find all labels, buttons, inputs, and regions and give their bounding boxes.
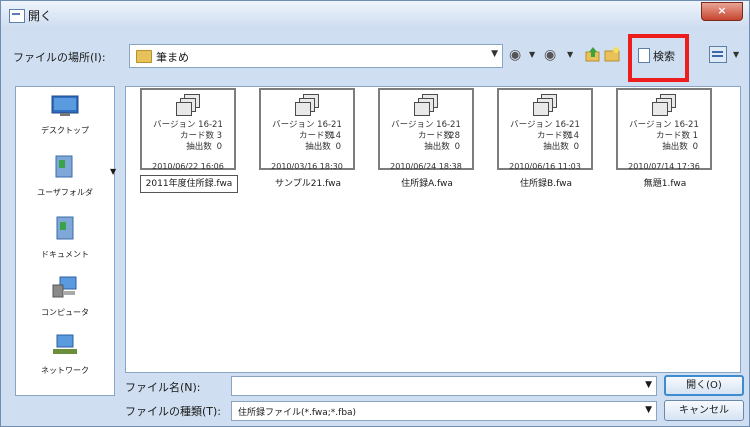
user-folder-icon bbox=[55, 155, 73, 178]
file-thumbnail: バージョン 16-21 カード数 14 抽出数 0 2010/03/16 18:30 bbox=[259, 88, 355, 171]
desktop-icon bbox=[51, 95, 79, 116]
file-date: 2010/03/16 18:30 bbox=[271, 162, 343, 171]
place-network[interactable]: ネットワーク bbox=[16, 333, 114, 376]
open-dialog: 開く × ファイルの場所(I): 筆まめ ▼ ◉ ▼ ◉ ▼ 検索 ▼ デスクト… bbox=[0, 0, 750, 427]
file-item[interactable]: バージョン 16-21 カード数 14 抽出数 0 2010/03/16 18:30 サンプ… bbox=[259, 88, 357, 189]
file-item[interactable]: バージョン 16-21 カード数 28 抽出数 0 2010/06/24 18:38 住所録… bbox=[378, 88, 476, 189]
views-icon[interactable] bbox=[709, 46, 727, 63]
open-button[interactable]: 開く(O) bbox=[664, 375, 744, 396]
file-list: バージョン 16-21 カード数 3 抽出数 0 2010/06/22 16:06 2011… bbox=[125, 86, 741, 373]
back-dropdown-icon[interactable]: ▼ bbox=[529, 50, 535, 59]
file-date: 2010/06/22 16:06 bbox=[152, 162, 224, 171]
filetype-label: ファイルの種類(T): bbox=[125, 405, 222, 418]
place-documents[interactable]: ドキュメント bbox=[16, 215, 114, 260]
place-user-folder[interactable]: ▼ ユーザフォルダ bbox=[16, 153, 116, 198]
new-folder-icon[interactable] bbox=[604, 46, 620, 62]
up-folder-icon[interactable] bbox=[585, 46, 601, 62]
close-button[interactable]: × bbox=[701, 2, 743, 21]
filename-input[interactable]: ▼ bbox=[231, 376, 657, 396]
forward-dropdown-icon[interactable]: ▼ bbox=[567, 50, 573, 59]
chevron-down-icon[interactable]: ▼ bbox=[645, 405, 652, 415]
search-highlight-box bbox=[628, 34, 689, 82]
chevron-down-icon[interactable]: ▼ bbox=[645, 380, 652, 390]
file-item[interactable]: バージョン 16-21 カード数 14 抽出数 0 2010/06/16 11:03 住所録… bbox=[497, 88, 595, 189]
file-item[interactable]: バージョン 16-21 カード数 1 抽出数 0 2010/07/14 17:36 無題1.… bbox=[616, 88, 714, 189]
dialog-icon bbox=[9, 9, 25, 23]
computer-icon bbox=[52, 276, 77, 298]
look-in-combo[interactable]: 筆まめ ▼ bbox=[129, 44, 503, 68]
cancel-button[interactable]: キャンセル bbox=[664, 400, 744, 421]
file-item[interactable]: バージョン 16-21 カード数 3 抽出数 0 2010/06/22 16:06 2011… bbox=[140, 88, 238, 193]
chevron-down-icon[interactable]: ▼ bbox=[491, 49, 498, 59]
card-stack-icon bbox=[414, 94, 438, 116]
file-name: 住所録A.fwa bbox=[401, 179, 453, 189]
file-thumbnail: バージョン 16-21 カード数 28 抽出数 0 2010/06/24 18:38 bbox=[378, 88, 474, 171]
file-date: 2010/07/14 17:36 bbox=[628, 162, 700, 171]
file-thumbnail: バージョン 16-21 カード数 14 抽出数 0 2010/06/16 11:03 bbox=[497, 88, 593, 171]
title-bar: 開く × bbox=[1, 1, 749, 29]
views-dropdown-icon[interactable]: ▼ bbox=[733, 50, 739, 59]
file-date: 2010/06/16 11:03 bbox=[509, 162, 581, 171]
forward-icon[interactable]: ◉ bbox=[544, 47, 556, 63]
look-in-value: 筆まめ bbox=[156, 51, 189, 64]
folder-icon bbox=[136, 50, 152, 63]
network-icon bbox=[53, 334, 77, 354]
dialog-title: 開く bbox=[28, 9, 53, 23]
filetype-value: 住所録ファイル(*.fwa;*.fba) bbox=[238, 408, 357, 418]
card-stack-icon bbox=[176, 94, 200, 116]
look-in-label: ファイルの場所(I): bbox=[13, 51, 106, 64]
card-stack-icon bbox=[295, 94, 319, 116]
places-bar: デスクトップ ▼ ユーザフォルダ ドキュメント コンピュータ ネットワーク bbox=[15, 86, 116, 396]
filetype-select[interactable]: 住所録ファイル(*.fwa;*.fba) ▼ bbox=[231, 401, 657, 421]
chevron-down-icon[interactable]: ▼ bbox=[110, 167, 116, 176]
place-computer[interactable]: コンピュータ bbox=[16, 275, 114, 318]
filename-label: ファイル名(N): bbox=[125, 381, 201, 394]
place-desktop[interactable]: デスクトップ bbox=[16, 95, 114, 136]
file-name: 2011年度住所録.fwa bbox=[140, 175, 238, 193]
back-icon[interactable]: ◉ bbox=[509, 47, 521, 63]
file-thumbnail: バージョン 16-21 カード数 1 抽出数 0 2010/07/14 17:36 bbox=[616, 88, 712, 171]
card-stack-icon bbox=[652, 94, 676, 116]
file-thumbnail: バージョン 16-21 カード数 3 抽出数 0 2010/06/22 16:06 bbox=[140, 88, 236, 171]
documents-icon bbox=[56, 216, 74, 240]
file-name: 無題1.fwa bbox=[643, 179, 687, 189]
card-stack-icon bbox=[533, 94, 557, 116]
file-name: サンプル21.fwa bbox=[275, 179, 341, 189]
file-date: 2010/06/24 18:38 bbox=[390, 162, 462, 171]
file-name: 住所録B.fwa bbox=[520, 179, 572, 189]
